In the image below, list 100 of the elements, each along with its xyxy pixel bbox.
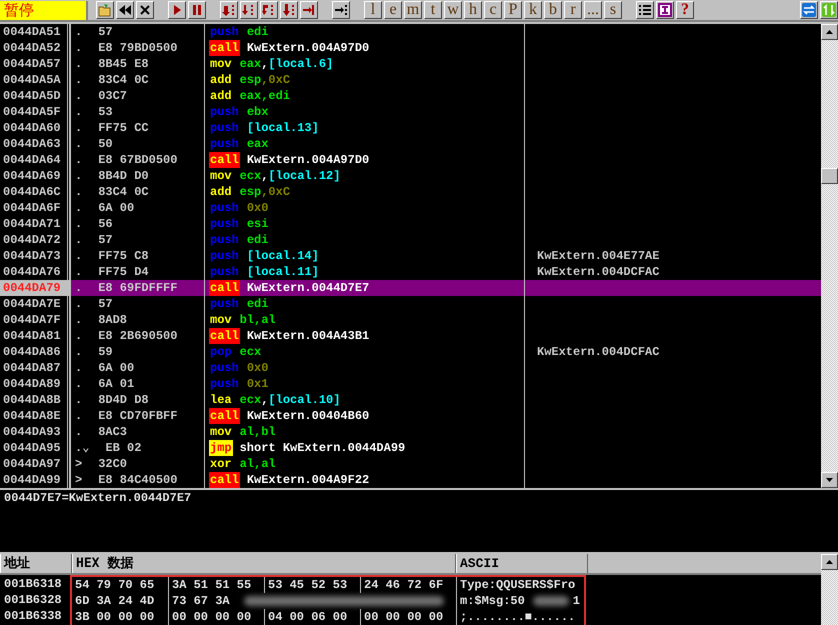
window-button[interactable]: w: [444, 1, 462, 19]
address-cell: 0044DA8B: [0, 392, 70, 408]
step-into-button[interactable]: [220, 1, 238, 19]
return-button[interactable]: [300, 1, 318, 19]
hex-bytes: E8 67BD0500: [98, 152, 178, 168]
address-cell: 0044DA71: [0, 216, 70, 232]
instruction-row[interactable]: 0044DA79 . E8 69FDFFFF call KwExtern.0044D7E7: [0, 280, 821, 296]
address-cell: 0044DA57: [0, 56, 70, 72]
window-button[interactable]: b: [544, 1, 562, 19]
window-button[interactable]: h: [464, 1, 482, 19]
window-button[interactable]: ...: [584, 1, 602, 19]
instruction-row[interactable]: 0044DA8E . E8 CD70FBFF call KwExtern.00404B60: [0, 408, 821, 424]
mnemonic: push: [209, 120, 240, 136]
operands: edi: [246, 232, 268, 248]
mnemonic: push: [209, 232, 240, 248]
step-over-button[interactable]: [240, 1, 258, 19]
operands: KwExtern.004A97D0: [246, 40, 370, 56]
update-button[interactable]: [820, 1, 838, 19]
instruction-row[interactable]: 0044DA81 . E8 2B690500 call KwExtern.004A43B1: [0, 328, 821, 344]
address-cell: 0044DA79: [0, 280, 70, 296]
operands: esp,0xC: [240, 184, 290, 200]
jump-marker: .: [75, 264, 82, 280]
hex-bytes: 8D4D D8: [98, 392, 149, 408]
address-cell: 0044DA93: [0, 424, 70, 440]
instruction-row[interactable]: 0044DA95 .⌄ EB 02 jmp short KwExtern.0044DA99: [0, 440, 821, 456]
restart-button[interactable]: [116, 1, 134, 19]
window-button[interactable]: e: [384, 1, 402, 19]
hex-bytes: 6A 00: [98, 200, 134, 216]
hex-group: 00 00 00 00: [168, 609, 264, 625]
pause-button[interactable]: [188, 1, 206, 19]
operands: 0x0: [246, 200, 268, 216]
column-header[interactable]: HEX 数据: [72, 554, 456, 573]
address-cell: 0044DA5F: [0, 104, 70, 120]
address-cell-text: 001B6318: [4, 576, 63, 592]
jump-marker: .⌄: [75, 440, 90, 456]
ascii-text: ;........■......: [460, 609, 576, 625]
arrows-icon: [822, 3, 836, 17]
operands: esp,0xC: [240, 72, 290, 88]
address-cell: 0044DA87: [0, 360, 70, 376]
instruction-row[interactable]: 0044DA52 . E8 79BD0500 call KwExtern.004A97D0: [0, 40, 821, 56]
hex-bytes: 6A 01: [98, 376, 134, 392]
window-button[interactable]: s: [604, 1, 622, 19]
mnemonic: add: [209, 184, 233, 200]
hex-bytes: E8 69FDFFFF: [98, 280, 178, 296]
ascii-text: 1: [572, 593, 580, 609]
hex-bytes: 8AC3: [98, 424, 128, 440]
address-cell: 0044DA63: [0, 136, 70, 152]
scrollbar[interactable]: [821, 554, 838, 625]
jump-marker: .: [75, 184, 82, 200]
hex-bytes: FF75 CC: [98, 120, 149, 136]
window-button[interactable]: P: [504, 1, 522, 19]
operands: al,bl: [240, 424, 276, 440]
hex-bytes: 57: [98, 24, 113, 40]
swap-button[interactable]: [800, 1, 818, 19]
scrollbar[interactable]: [821, 24, 838, 488]
step-arrow-icon: [222, 3, 236, 17]
run-button[interactable]: [168, 1, 186, 19]
hex-bytes: 8AD8: [98, 312, 128, 328]
jump-marker: .: [75, 424, 82, 440]
mnemonic: call: [209, 40, 240, 56]
mnemonic: mov: [209, 312, 233, 328]
mnemonic: push: [209, 200, 240, 216]
operands: [local.11]: [246, 264, 319, 280]
window-button[interactable]: t: [424, 1, 442, 19]
help-button[interactable]: ?: [676, 1, 694, 19]
hex-bytes: E8 84C40500: [98, 472, 178, 488]
window-button[interactable]: m: [404, 1, 422, 19]
mnemonic: add: [209, 72, 233, 88]
mnemonic: jmp: [209, 440, 233, 456]
redaction-blur: [533, 596, 569, 606]
trace-over-button[interactable]: [280, 1, 298, 19]
scrollbar-thumb[interactable]: [821, 168, 838, 184]
list-button[interactable]: [636, 1, 654, 19]
instruction-row[interactable]: 0044DA64 . E8 67BD0500 call KwExtern.004A97D0: [0, 152, 821, 168]
window-button[interactable]: l: [364, 1, 382, 19]
address-cell: 0044DA52: [0, 40, 70, 56]
mnemonic: call: [209, 328, 240, 344]
goto-button[interactable]: [332, 1, 350, 19]
jump-marker: .: [75, 328, 82, 344]
jump-marker: .: [75, 248, 82, 264]
window-button[interactable]: r: [564, 1, 582, 19]
close-button[interactable]: [136, 1, 154, 19]
operands: KwExtern.004A97D0: [246, 152, 370, 168]
address-cell: 0044DA8E: [0, 408, 70, 424]
hex-bytes: 83C4 0C: [98, 72, 149, 88]
address-cell: 0044DA89: [0, 376, 70, 392]
trace-into-button[interactable]: [260, 1, 278, 19]
ascii-text: Type:QQUSERS$Fro: [460, 577, 576, 593]
column-header[interactable]: 地址: [0, 554, 72, 573]
trace-arrow-icon: [262, 3, 276, 17]
window-button[interactable]: c: [484, 1, 502, 19]
address-cell: 0044DA7E: [0, 296, 70, 312]
open-button[interactable]: [96, 1, 114, 19]
grid-button[interactable]: [656, 1, 674, 19]
hex-bytes: E8 79BD0500: [98, 40, 178, 56]
column-header[interactable]: ASCII: [456, 554, 588, 573]
operands: eax,[local.6]: [240, 56, 334, 72]
address-cell: 0044DA6F: [0, 200, 70, 216]
hex-group: 00 00 00 00: [360, 609, 456, 625]
window-button[interactable]: k: [524, 1, 542, 19]
